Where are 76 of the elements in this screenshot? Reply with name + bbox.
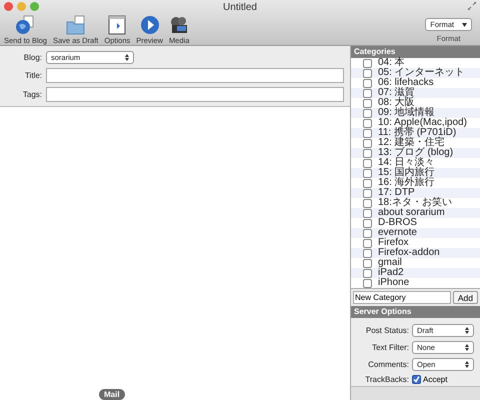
category-label: 08: 大阪 xyxy=(378,98,415,108)
checkbox[interactable] xyxy=(363,98,372,108)
checkbox[interactable] xyxy=(363,128,372,138)
category-label: 07: 滋賀 xyxy=(378,88,415,98)
category-label: gmail xyxy=(378,258,402,268)
category-label: 12: 建築・住宅 xyxy=(378,138,445,148)
dock-tooltip: Mail xyxy=(99,389,125,400)
trackbacks-label: TrackBacks: xyxy=(364,375,409,384)
film-reel-icon xyxy=(169,15,190,35)
window-icon xyxy=(107,15,128,35)
category-label: 06: lifehacks xyxy=(378,78,434,88)
checkbox[interactable] xyxy=(363,258,372,268)
category-label: 18:ネタ・お笑い xyxy=(378,198,452,208)
checkbox[interactable] xyxy=(363,238,372,248)
checkbox[interactable] xyxy=(363,88,372,98)
checkbox[interactable] xyxy=(363,148,372,158)
category-label: D-BROS xyxy=(378,218,417,228)
stepper-arrows-icon xyxy=(465,344,469,351)
title-label: Title: xyxy=(24,71,42,80)
category-label: evernote xyxy=(378,228,417,238)
category-label: 04: 本 xyxy=(378,58,405,68)
checkbox[interactable] xyxy=(363,168,372,178)
category-label: about sorarium xyxy=(378,208,445,218)
checkbox[interactable] xyxy=(363,158,372,168)
play-icon xyxy=(140,15,160,35)
category-label: 13: ブログ (blog) xyxy=(378,148,454,158)
category-label: Firefox-addon xyxy=(378,248,440,258)
checkbox[interactable] xyxy=(363,208,372,218)
option-label: Comments: xyxy=(367,360,409,369)
add-button[interactable]: Add xyxy=(452,291,478,304)
category-label: 05: インターネット xyxy=(378,68,465,78)
categories-header: Categories xyxy=(351,46,480,58)
option-label: Post Status: xyxy=(364,326,409,335)
tags-label: Tags: xyxy=(22,90,42,99)
checkbox[interactable] xyxy=(363,268,372,278)
checkbox[interactable] xyxy=(363,228,372,238)
checkbox[interactable] xyxy=(363,58,372,68)
checkbox[interactable] xyxy=(363,138,372,148)
checkbox[interactable] xyxy=(363,68,372,78)
checkbox[interactable] xyxy=(363,278,372,288)
checkbox[interactable] xyxy=(363,178,372,188)
option-label: Text Filter: xyxy=(371,343,409,352)
new-category-field[interactable]: New Category xyxy=(353,291,451,304)
checkbox[interactable] xyxy=(363,108,372,118)
category-label: 14: 日々淡々 xyxy=(378,158,435,168)
checkbox[interactable] xyxy=(363,188,372,198)
checkbox[interactable] xyxy=(363,248,372,258)
checkbox[interactable] xyxy=(412,375,421,384)
close-button[interactable] xyxy=(4,2,13,11)
stepper-arrows-icon xyxy=(465,361,469,368)
stepper-arrows-icon xyxy=(125,54,129,61)
folder-icon xyxy=(66,15,86,35)
checkbox[interactable] xyxy=(363,78,372,88)
category-label: 10: Apple(Mac,ipod) xyxy=(378,118,467,128)
title-field[interactable] xyxy=(46,68,344,83)
checkbox[interactable] xyxy=(363,118,372,128)
checkbox[interactable] xyxy=(363,198,372,208)
globe-icon xyxy=(15,15,36,35)
category-label: iPhone xyxy=(378,278,410,288)
server-options-header: Server Options xyxy=(351,306,480,318)
category-label: 11: 携帯 (P701iD) xyxy=(378,128,456,138)
dropdown-arrow-icon xyxy=(462,22,467,26)
category-label: 15: 国内旅行 xyxy=(378,168,435,178)
category-label: Firefox xyxy=(378,238,409,248)
checkbox[interactable] xyxy=(363,218,372,228)
category-label: iPad2 xyxy=(378,268,404,278)
zoom-button[interactable] xyxy=(30,2,39,11)
window-title: Untitled xyxy=(223,2,257,12)
fullscreen-icon[interactable] xyxy=(468,2,476,10)
blog-label: Blog: xyxy=(22,53,42,62)
stepper-arrows-icon xyxy=(465,327,469,334)
category-label: 16: 海外旅行 xyxy=(378,178,435,188)
category-label: 17: DTP xyxy=(378,188,415,198)
accept-label: Accept xyxy=(423,375,448,384)
category-label: 09: 地域情報 xyxy=(378,108,435,118)
tags-field[interactable] xyxy=(46,87,344,102)
